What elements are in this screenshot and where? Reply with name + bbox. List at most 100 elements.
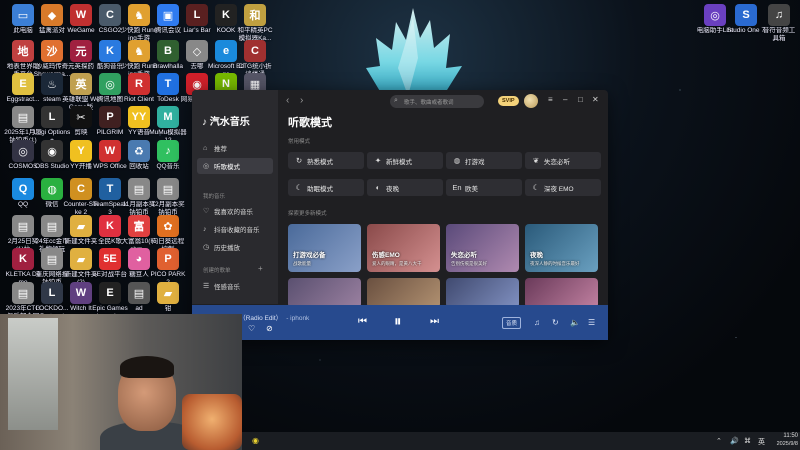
tray-app-icon[interactable]: ◉ xyxy=(252,436,259,445)
explore-label: 探索更多新模式 xyxy=(288,211,327,217)
nav-history[interactable]: ◷ 历史播放 xyxy=(197,239,273,255)
app-icon: T xyxy=(99,178,121,200)
like-icon[interactable]: ♡ xyxy=(248,324,255,333)
mode-heartbreak[interactable]: ❦ 失恋必听 xyxy=(525,152,601,169)
app-icon: ▤ xyxy=(128,282,150,304)
app-icon: ♨ xyxy=(41,73,63,95)
desktop-icon-label: 钳 xyxy=(164,305,172,312)
desktop-icon[interactable]: ♪ QQ音乐 xyxy=(149,140,187,171)
mode-western[interactable]: En 欧美 xyxy=(446,179,522,196)
pause-icon[interactable]: ⏸ xyxy=(394,313,402,330)
app-icon: ♻ xyxy=(128,140,150,162)
mode-card-heartbreak[interactable]: 失恋必听 告别伤痕是很美好 xyxy=(446,224,519,272)
app-icon: C xyxy=(99,4,121,26)
app-icon: E xyxy=(12,73,34,95)
app-icon: ♪ xyxy=(157,140,179,162)
playlist-icon[interactable]: ☰ xyxy=(588,318,595,327)
avatar[interactable] xyxy=(524,94,538,108)
mode-card-emo[interactable]: 伤感EMO 爱人的眼睛，是黄八大千 xyxy=(367,224,440,272)
quality-button[interactable]: 音质 xyxy=(502,317,522,329)
app-icon: C xyxy=(244,40,266,62)
app-icon: K xyxy=(99,215,121,237)
app-icon: ✿ xyxy=(157,215,179,237)
app-icon: S xyxy=(735,4,757,26)
mode-card-more[interactable] xyxy=(288,278,361,308)
player-bar: ellis（Radio Edit） - iphonk ♡ ⊘ ⏮ ⏸ ⏭ 音质 ♫… xyxy=(192,305,608,340)
heart-icon: ♡ xyxy=(203,208,210,215)
clock-icon: ◷ xyxy=(203,244,210,251)
loop-icon[interactable]: ↻ xyxy=(552,318,559,327)
maximize-icon[interactable]: □ xyxy=(578,95,583,104)
dislike-icon[interactable]: ⊘ xyxy=(266,324,273,333)
app-icon: ▰ xyxy=(157,282,179,304)
mode-card-night[interactable]: 夜晚 夜深人静的时候音乐最好 xyxy=(525,224,598,272)
volume-icon[interactable]: 🔈 xyxy=(570,318,580,327)
mode-night[interactable]: ◐ 夜晚 xyxy=(367,179,443,196)
forward-arrow-icon[interactable]: › xyxy=(300,95,303,106)
app-icon: ▤ xyxy=(157,178,179,200)
gamepad-icon: ◍ xyxy=(453,156,461,165)
mode-card-more[interactable] xyxy=(446,278,519,308)
app-icon: ◉ xyxy=(41,140,63,162)
app-icon: L xyxy=(41,106,63,128)
created-playlists-label: 创建的歌单 xyxy=(203,268,231,274)
lyrics-icon[interactable]: ♫ xyxy=(534,318,540,327)
desktop-icon[interactable]: ▰ 钳 xyxy=(149,282,187,313)
music-app-window[interactable]: ♪ 汽水音乐 ⌂ 推荐 ◎ 听歌模式 我的音乐 ♡ 我喜欢的音乐 ♪ 抖音收藏的… xyxy=(192,90,608,340)
top-bar: ‹ › ⌕ 歌手、歌曲或者歌词 SVIP ≡ – □ ✕ xyxy=(278,90,608,112)
desktop-icon[interactable]: PPICO PARK 2 xyxy=(149,248,187,286)
taskbar: ◉ ⌃ 🔊 ⌘ 英 11:50 2025/9/8 xyxy=(242,432,800,450)
back-arrow-icon[interactable]: ‹ xyxy=(286,95,289,106)
app-icon: ▰ xyxy=(70,215,92,237)
desktop-icon[interactable]: ▤ 12月副本奖钠铂币 xyxy=(149,178,187,216)
webcam-hair xyxy=(120,356,174,378)
nav-recommend[interactable]: ⌂ 推荐 xyxy=(197,140,273,156)
mode-late-emo[interactable]: ☾ 深夜 EMO xyxy=(525,179,601,196)
mode-card-more[interactable] xyxy=(525,278,598,308)
desktop-icon[interactable]: 和和平精英PC模拟器Ka... xyxy=(236,4,274,42)
app-icon: ♞ xyxy=(128,4,150,26)
desktop-icon[interactable]: MMuMu模拟器12 xyxy=(149,106,187,144)
app-icon: ◕ xyxy=(128,248,150,270)
app-icon: P xyxy=(99,106,121,128)
home-icon: ⌂ xyxy=(203,144,208,152)
mode-gaming[interactable]: ◍ 打游戏 xyxy=(446,152,522,169)
app-icon: 地 xyxy=(12,40,34,62)
add-playlist-icon[interactable]: + xyxy=(258,264,263,273)
broken-heart-icon: ❦ xyxy=(532,156,540,165)
search-input[interactable]: ⌕ 歌手、歌曲或者歌词 xyxy=(390,95,484,108)
next-icon[interactable]: ⏭ xyxy=(430,316,439,327)
mode-familiar[interactable]: ↻ 熟悉模式 xyxy=(288,152,364,169)
nav-playlist[interactable]: ☰ 怪感音乐 xyxy=(197,278,273,294)
network-icon[interactable]: ⌘ xyxy=(744,437,751,445)
desktop-icon-label: 音符音频工具箱 xyxy=(762,27,796,42)
my-music-label: 我的音乐 xyxy=(203,194,226,200)
wallpaper-crystal xyxy=(366,8,462,98)
app-icon: Q xyxy=(12,178,34,200)
app-icon: W xyxy=(70,4,92,26)
nav-listen-mode[interactable]: ◎ 听歌模式 xyxy=(197,158,273,174)
mode-fresh[interactable]: ✦ 新鲜模式 xyxy=(367,152,443,169)
desktop-icon-label: 12月副本奖钠铂币 xyxy=(151,201,185,216)
nav-liked[interactable]: ♡ 我喜欢的音乐 xyxy=(197,203,273,219)
mode-card-more[interactable] xyxy=(367,278,440,308)
moon-icon: ☾ xyxy=(532,183,540,192)
chevron-up-icon[interactable]: ⌃ xyxy=(716,437,722,445)
menu-icon[interactable]: ≡ xyxy=(548,95,553,104)
mode-card-gaming[interactable]: 打游戏必备 战歌能量 xyxy=(288,224,361,272)
previous-icon[interactable]: ⏮ xyxy=(358,316,367,327)
close-icon[interactable]: ✕ xyxy=(592,95,599,104)
nav-douyin-fav[interactable]: ♪ 抖音收藏的音乐 xyxy=(197,221,273,237)
app-icon: T xyxy=(157,73,179,95)
mode-sleep[interactable]: ☾ 助眠模式 xyxy=(288,179,364,196)
search-icon: ⌕ xyxy=(394,97,398,104)
desktop-icon-label: QQ音乐 xyxy=(156,163,180,170)
clock-date[interactable]: 2025/9/8 xyxy=(764,441,798,447)
minimize-icon[interactable]: – xyxy=(563,95,567,104)
volume-tray-icon[interactable]: 🔊 xyxy=(730,437,739,445)
app-icon: P xyxy=(157,248,179,270)
app-icon: L xyxy=(41,282,63,304)
svip-badge[interactable]: SVIP xyxy=(498,96,519,106)
desktop-icon[interactable]: ♫ 音符音频工具箱 xyxy=(760,4,798,42)
clock-time[interactable]: 11:50 xyxy=(770,433,798,439)
